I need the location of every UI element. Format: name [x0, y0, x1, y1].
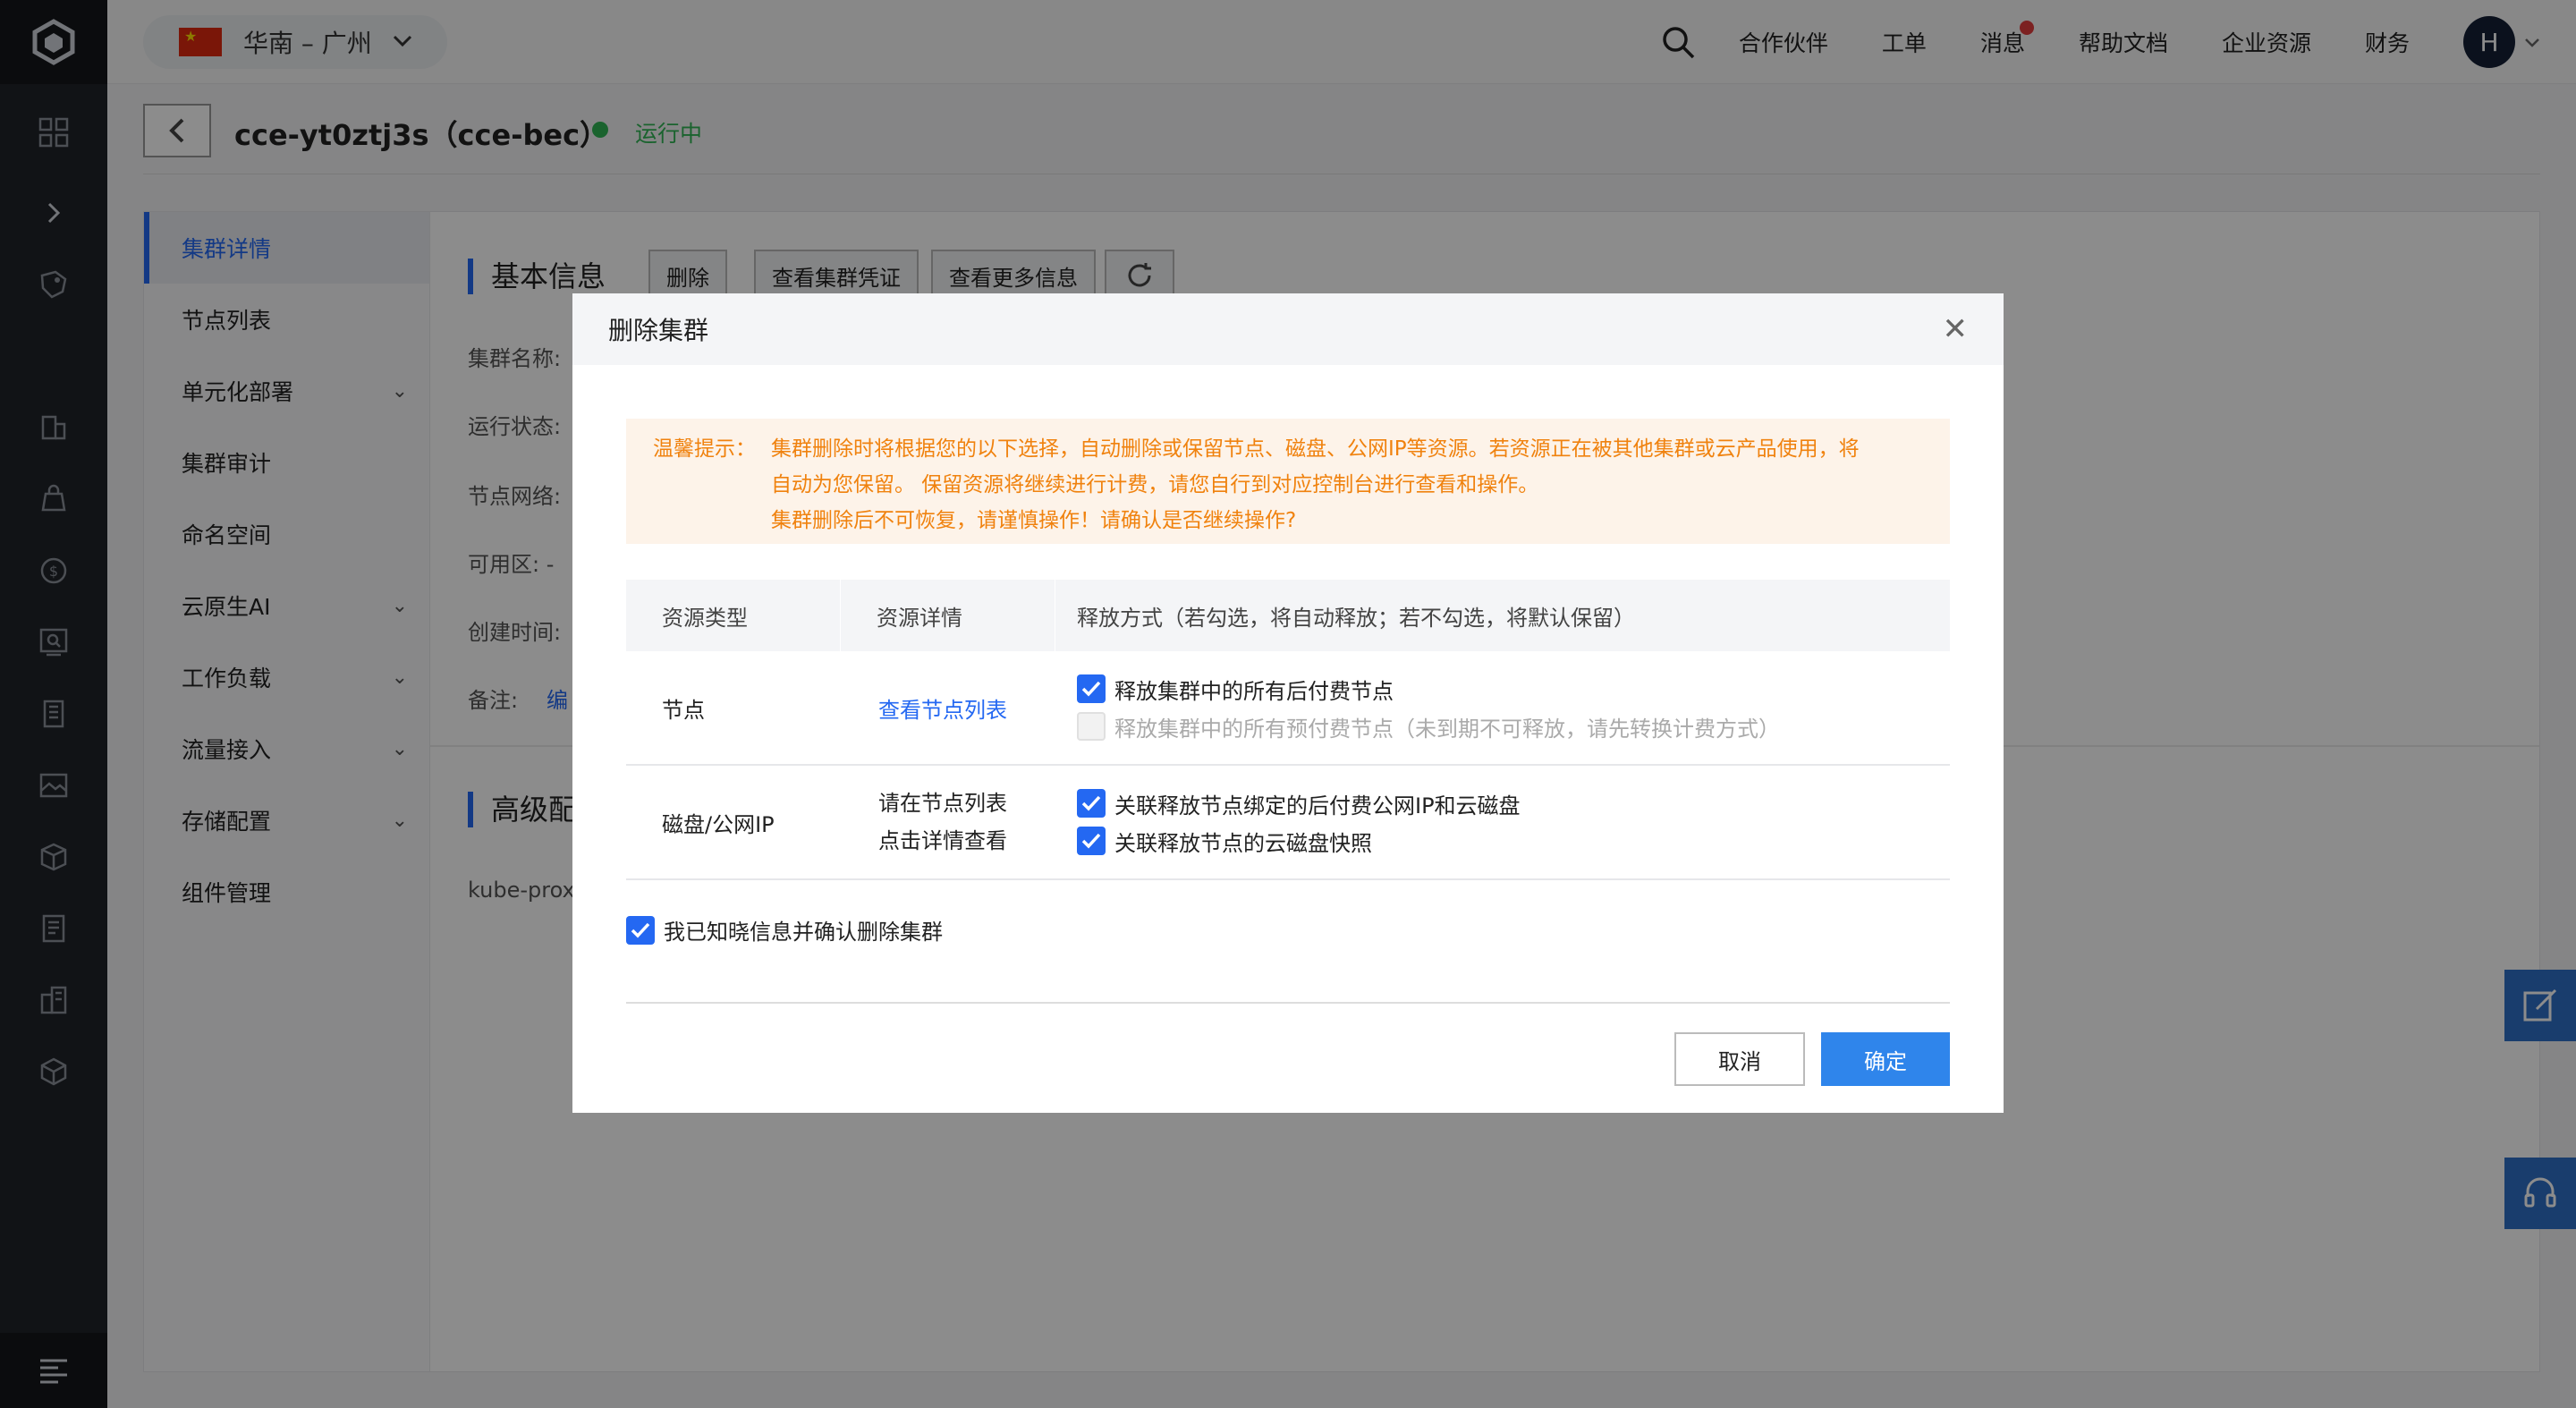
delete-cluster-dialog: 删除集群 ✕ 温馨提示： 集群删除时将根据您的以下选择，自动删除或保留节点、磁盘…: [572, 293, 2004, 1113]
notice-line: 集群删除时将根据您的以下选择，自动删除或保留节点、磁盘、公网IP等资源。若资源正…: [771, 437, 1860, 461]
checkbox-checked[interactable]: [1077, 674, 1106, 703]
warning-notice: 温馨提示： 集群删除时将根据您的以下选择，自动删除或保留节点、磁盘、公网IP等资…: [626, 419, 1950, 544]
cell-type: 磁盘/公网IP: [662, 811, 775, 837]
confirm-label: 我已知晓信息并确认删除集群: [664, 920, 943, 945]
option-release-postpaid-nodes[interactable]: 释放集群中的所有后付费节点: [1077, 670, 1950, 708]
cell-detail: 请在节点列表 点击详情查看: [841, 766, 1055, 878]
cell-detail: 查看节点列表: [841, 651, 1055, 764]
close-icon[interactable]: ✕: [1943, 311, 1969, 347]
view-node-list-link[interactable]: 查看节点列表: [878, 692, 1007, 724]
checkbox-checked[interactable]: [1077, 827, 1106, 855]
checkbox-checked[interactable]: [626, 915, 655, 945]
cancel-button[interactable]: 取消: [1674, 1032, 1805, 1086]
dialog-header: 删除集群 ✕: [572, 293, 2004, 365]
col-release-mode: 释放方式（若勾选，将自动释放；若不勾选，将默认保留）: [1077, 605, 1635, 631]
col-resource-detail: 资源详情: [841, 580, 1055, 651]
notice-line: 集群删除后不可恢复，请谨慎操作！请确认是否继续操作?: [771, 509, 1297, 532]
checkbox-disabled: [1077, 712, 1106, 741]
dialog-title: 删除集群: [608, 316, 709, 345]
table-header: 资源类型 资源详情 释放方式（若勾选，将自动释放；若不勾选，将默认保留）: [626, 580, 1950, 651]
table-row: 磁盘/公网IP 请在节点列表 点击详情查看 关联释放节点绑定的后付费公网IP和云…: [626, 766, 1950, 880]
option-label: 关联释放节点绑定的后付费公网IP和云磁盘: [1114, 793, 1521, 819]
confirm-checkbox-row[interactable]: 我已知晓信息并确认删除集群: [626, 914, 943, 946]
detail-line: 请在节点列表: [878, 791, 1007, 816]
cell-options: 关联释放节点绑定的后付费公网IP和云磁盘 关联释放节点的云磁盘快照: [1055, 766, 1950, 878]
checkbox-checked[interactable]: [1077, 789, 1106, 818]
option-label: 释放集群中的所有后付费节点: [1114, 678, 1394, 704]
option-label: 释放集群中的所有预付费节点（未到期不可释放，请先转换计费方式）: [1114, 716, 1780, 742]
resource-table: 资源类型 资源详情 释放方式（若勾选，将自动释放；若不勾选，将默认保留） 节点 …: [626, 580, 1950, 880]
notice-label: 温馨提示：: [653, 437, 756, 461]
dialog-footer-divider: [626, 1002, 1950, 1004]
option-release-eip-disk[interactable]: 关联释放节点绑定的后付费公网IP和云磁盘: [1077, 785, 1950, 822]
option-label: 关联释放节点的云磁盘快照: [1114, 830, 1372, 856]
col-resource-type: 资源类型: [626, 580, 841, 651]
cell-type: 节点: [662, 697, 705, 723]
notice-line: 自动为您保留。 保留资源将继续进行计费，请您自行到对应控制台进行查看和操作。: [771, 473, 1539, 496]
option-release-snapshots[interactable]: 关联释放节点的云磁盘快照: [1077, 822, 1950, 860]
option-release-prepaid-nodes: 释放集群中的所有预付费节点（未到期不可释放，请先转换计费方式）: [1077, 708, 1950, 745]
cell-options: 释放集群中的所有后付费节点 释放集群中的所有预付费节点（未到期不可释放，请先转换…: [1055, 651, 1950, 764]
confirm-button[interactable]: 确定: [1821, 1032, 1950, 1086]
table-row: 节点 查看节点列表 释放集群中的所有后付费节点 释放集群中的所有预付费节点（未到…: [626, 651, 1950, 766]
notice-body: 集群删除时将根据您的以下选择，自动删除或保留节点、磁盘、公网IP等资源。若资源正…: [771, 431, 1934, 539]
detail-line: 点击详情查看: [878, 828, 1007, 853]
